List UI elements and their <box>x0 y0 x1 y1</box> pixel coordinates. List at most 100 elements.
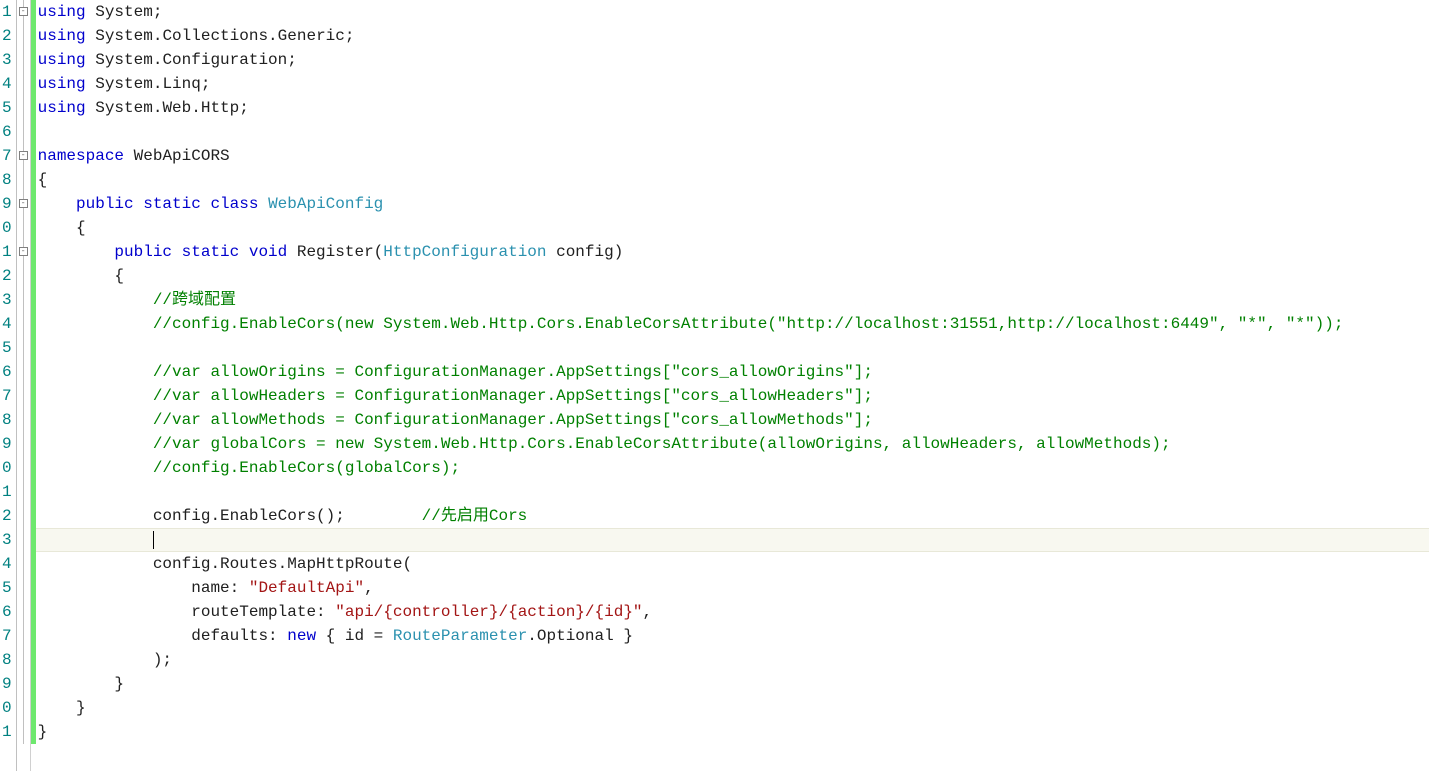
code-line[interactable]: routeTemplate: "api/{controller}/{action… <box>36 600 1429 624</box>
line-number: 6 <box>0 600 14 624</box>
line-number: 4 <box>0 552 14 576</box>
line-number: 1 <box>0 240 14 264</box>
token-pln <box>258 195 268 213</box>
code-line[interactable]: //var allowHeaders = ConfigurationManage… <box>36 384 1429 408</box>
code-line[interactable]: config.EnableCors(); //先启用Cors <box>36 504 1429 528</box>
fold-toggle-icon[interactable]: - <box>19 7 28 16</box>
line-number: 6 <box>0 120 14 144</box>
line-number: 9 <box>0 672 14 696</box>
token-kw: using <box>38 99 86 117</box>
token-pln: { <box>38 171 48 189</box>
line-number: 8 <box>0 648 14 672</box>
token-pln: , <box>643 603 653 621</box>
token-pln: { id = <box>316 627 393 645</box>
token-pln: System.Configuration; <box>86 51 297 69</box>
code-line[interactable]: using System.Collections.Generic; <box>36 24 1429 48</box>
code-line[interactable] <box>36 480 1429 504</box>
code-line[interactable]: using System.Linq; <box>36 72 1429 96</box>
line-number: 0 <box>0 696 14 720</box>
line-number: 6 <box>0 360 14 384</box>
token-pln: name: <box>38 579 249 597</box>
code-line[interactable]: using System; <box>36 0 1429 24</box>
token-pln <box>38 315 153 333</box>
line-number: 5 <box>0 576 14 600</box>
token-type: WebApiConfig <box>268 195 383 213</box>
code-line[interactable]: { <box>36 264 1429 288</box>
code-line[interactable] <box>36 528 1429 552</box>
line-number: 1 <box>0 480 14 504</box>
code-line[interactable]: //var globalCors = new System.Web.Http.C… <box>36 432 1429 456</box>
token-pln <box>38 387 153 405</box>
line-number: 7 <box>0 384 14 408</box>
line-number: 8 <box>0 168 14 192</box>
code-area[interactable]: using System;using System.Collections.Ge… <box>36 0 1429 771</box>
token-com: //config.EnableCors(globalCors); <box>153 459 460 477</box>
token-pln: System.Linq; <box>86 75 211 93</box>
code-line[interactable]: } <box>36 696 1429 720</box>
token-pln: } <box>38 675 124 693</box>
code-line[interactable]: { <box>36 216 1429 240</box>
token-com: //先启用Cors <box>422 507 528 525</box>
token-kw: using <box>38 51 86 69</box>
token-pln <box>38 195 76 213</box>
fold-toggle-icon[interactable]: - <box>19 247 28 256</box>
token-pln: config) <box>547 243 624 261</box>
code-line[interactable]: { <box>36 168 1429 192</box>
code-line[interactable]: public static void Register(HttpConfigur… <box>36 240 1429 264</box>
line-number: 1 <box>0 0 14 24</box>
line-number: 3 <box>0 288 14 312</box>
code-line[interactable]: namespace WebApiCORS <box>36 144 1429 168</box>
code-line[interactable]: ); <box>36 648 1429 672</box>
code-line[interactable]: //config.EnableCors(globalCors); <box>36 456 1429 480</box>
token-pln: } <box>38 723 48 741</box>
code-line[interactable]: config.Routes.MapHttpRoute( <box>36 552 1429 576</box>
code-line[interactable]: } <box>36 720 1429 744</box>
code-line[interactable]: //跨域配置 <box>36 288 1429 312</box>
line-number: 9 <box>0 432 14 456</box>
token-pln: System; <box>86 3 163 21</box>
code-line[interactable]: //var allowMethods = ConfigurationManage… <box>36 408 1429 432</box>
line-number-gutter[interactable]: 1234567890123456789012345678901 <box>0 0 17 771</box>
code-line[interactable]: public static class WebApiConfig <box>36 192 1429 216</box>
token-kw: using <box>38 3 86 21</box>
code-line[interactable] <box>36 336 1429 360</box>
code-line[interactable]: using System.Configuration; <box>36 48 1429 72</box>
token-kw: using <box>38 75 86 93</box>
code-editor[interactable]: 1234567890123456789012345678901 ---- usi… <box>0 0 1429 771</box>
line-number: 9 <box>0 192 14 216</box>
token-pln: { <box>38 267 124 285</box>
code-line[interactable]: } <box>36 672 1429 696</box>
token-pln <box>38 291 153 309</box>
token-com: //config.EnableCors(new System.Web.Http.… <box>153 315 1344 333</box>
line-number: 2 <box>0 24 14 48</box>
token-pln <box>38 363 153 381</box>
token-com: //跨域配置 <box>153 291 236 309</box>
line-number: 0 <box>0 216 14 240</box>
line-number: 3 <box>0 528 14 552</box>
token-type: RouteParameter <box>393 627 527 645</box>
token-pln: , <box>364 579 374 597</box>
line-number: 5 <box>0 96 14 120</box>
token-pln: } <box>38 699 86 717</box>
code-line[interactable]: //config.EnableCors(new System.Web.Http.… <box>36 312 1429 336</box>
fold-column[interactable]: - - - - <box>17 0 31 771</box>
token-pln: ); <box>38 651 172 669</box>
code-line[interactable]: name: "DefaultApi", <box>36 576 1429 600</box>
token-str: "DefaultApi" <box>249 579 364 597</box>
token-kw: namespace <box>38 147 124 165</box>
line-number: 1 <box>0 720 14 744</box>
token-kw: public static class <box>76 195 258 213</box>
token-pln: Register( <box>287 243 383 261</box>
code-line[interactable]: using System.Web.Http; <box>36 96 1429 120</box>
code-line[interactable]: defaults: new { id = RouteParameter.Opti… <box>36 624 1429 648</box>
token-pln <box>38 459 153 477</box>
fold-toggle-icon[interactable]: - <box>19 199 28 208</box>
token-com: //var allowHeaders = ConfigurationManage… <box>153 387 873 405</box>
token-pln: System.Collections.Generic; <box>86 27 355 45</box>
fold-toggle-icon[interactable]: - <box>19 151 28 160</box>
code-line[interactable]: //var allowOrigins = ConfigurationManage… <box>36 360 1429 384</box>
code-line[interactable] <box>36 120 1429 144</box>
line-number: 2 <box>0 504 14 528</box>
line-number: 5 <box>0 336 14 360</box>
token-pln <box>38 243 115 261</box>
